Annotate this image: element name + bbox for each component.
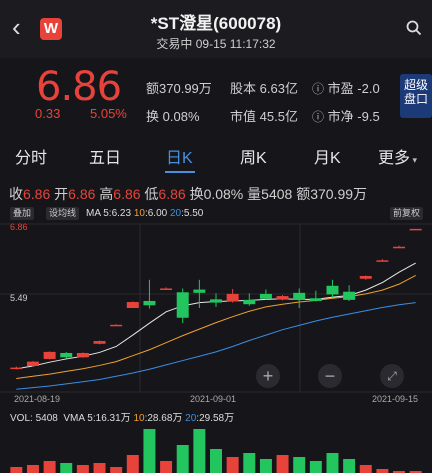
search-icon[interactable] [406, 20, 422, 36]
tab-daily-k[interactable]: 日K [166, 144, 193, 168]
candle-body [376, 260, 389, 262]
volume-bar [226, 457, 239, 473]
fullscreen-icon[interactable]: ⤢ [380, 364, 404, 388]
candle-body [259, 293, 272, 299]
y-label-high: 6.86 [10, 222, 28, 232]
candle-body [160, 288, 173, 290]
x-label-start: 2021-08-19 [14, 394, 60, 404]
header-bar: ‹ W *ST澄星(600078) 交易中 09-15 11:17:32 [0, 0, 432, 58]
candle-body [176, 292, 189, 318]
candle-body [43, 351, 56, 359]
active-tab-indicator [165, 171, 195, 173]
candle-body [60, 352, 73, 358]
volume-bar [276, 455, 289, 473]
period-tabs: 分时 五日 日K 周K 月K 更多 ▾ [0, 134, 432, 174]
volume-bars [10, 429, 422, 473]
tab-more[interactable]: 更多 ▾ [378, 144, 417, 168]
volume-bar [110, 467, 123, 473]
shares-stat: 股本 6.63亿 [230, 81, 298, 96]
super-depth-button[interactable]: 超级盘口 [400, 74, 432, 118]
volume-bar [160, 461, 173, 473]
trading-status: 交易中 09-15 11:17:32 [156, 37, 276, 51]
volume-bar [93, 463, 106, 473]
last-price: 6.86 [36, 64, 122, 110]
volume-bar [326, 453, 339, 473]
price-change: 0.33 [35, 106, 61, 121]
x-label-mid: 2021-09-01 [190, 394, 236, 404]
volume-bar [343, 459, 356, 473]
volume-bar [76, 465, 89, 473]
candle-body [309, 298, 322, 301]
candle-body [126, 302, 139, 308]
volume-bar [176, 445, 189, 473]
candle-body [343, 291, 356, 300]
volume-bar [293, 457, 306, 473]
volume-bar [259, 459, 272, 473]
candle-body [393, 246, 406, 249]
candle-body [110, 324, 123, 327]
volume-bar [376, 469, 389, 473]
mcap-stat: 市值 45.5亿 [230, 109, 298, 124]
volume-bar [10, 467, 23, 473]
volume-bar [359, 465, 372, 473]
volume-bar [243, 453, 256, 473]
zoom-in-button[interactable]: + [256, 364, 280, 388]
ma10-line [16, 275, 416, 379]
volume-chart [10, 429, 422, 473]
candle-body [276, 296, 289, 300]
pe-stat: ⓘ 市盈 -2.0 [312, 81, 380, 96]
candle-body [210, 299, 222, 303]
candle-body [93, 341, 106, 344]
pb-stat: ⓘ 市净 -9.5 [312, 109, 380, 124]
volume-bar [126, 455, 139, 473]
volume-bar [60, 463, 73, 473]
info-icon[interactable]: ⓘ [312, 82, 324, 96]
info-icon[interactable]: ⓘ [312, 110, 324, 124]
tab-intraday[interactable]: 分时 [15, 144, 47, 168]
candle-body [293, 292, 306, 300]
candle-body [359, 276, 372, 279]
candles [10, 228, 422, 370]
volume-bar [43, 461, 56, 473]
price-change-pct: 5.05% [90, 106, 127, 121]
overlay-button[interactable]: 叠加 [10, 207, 35, 220]
ma-values: MA 5:6.23 10:6.00 20:5.50 [86, 208, 204, 219]
volume-bar [210, 449, 222, 473]
triangle-down-icon: ▾ [410, 155, 418, 165]
chart-grid [0, 223, 432, 393]
volume-bar [193, 429, 206, 473]
quote-panel: 6.86 0.33 5.05% 额370.99万 股本 6.63亿 ⓘ 市盈 -… [0, 58, 432, 134]
tab-monthly-k[interactable]: 月K [314, 144, 341, 168]
x-label-end: 2021-09-15 [372, 394, 418, 404]
candle-body [409, 228, 422, 231]
ma20-line [16, 302, 416, 390]
adjust-button[interactable]: 前复权 [390, 207, 424, 220]
ma5-line [16, 262, 416, 370]
candle-body [143, 300, 156, 306]
turnover-stat: 换 0.08% [146, 109, 200, 124]
candle-body [10, 367, 23, 370]
page-title: *ST澄星(600078) [150, 14, 282, 33]
volume-bar [309, 461, 322, 473]
ma-lines [16, 262, 416, 390]
candle-body [76, 352, 89, 358]
y-label-mid: 5.49 [10, 293, 28, 303]
candle-body [326, 285, 339, 295]
ma-row: 叠加 设均线 MA 5:6.23 10:6.00 20:5.50 前复权 [0, 205, 432, 221]
candle-body [26, 361, 39, 366]
set-ma-button[interactable]: 设均线 [46, 207, 80, 220]
ohlc-row: 收6.86 开6.86 高6.86 低6.86 换0.08% 量5408 额37… [9, 186, 368, 202]
candle-body [226, 293, 239, 302]
candle-body [243, 299, 256, 305]
candle-body [193, 289, 206, 293]
tab-weekly-k[interactable]: 周K [240, 144, 267, 168]
tab-five-day[interactable]: 五日 [89, 144, 121, 168]
amount-stat: 额370.99万 [146, 81, 212, 96]
volume-bar [143, 429, 156, 473]
kline-chart[interactable]: 6.86 5.49 2021-08-19 2021-09-01 2021-09-… [0, 220, 432, 406]
volume-bar [26, 465, 39, 473]
zoom-out-button[interactable]: − [318, 364, 342, 388]
